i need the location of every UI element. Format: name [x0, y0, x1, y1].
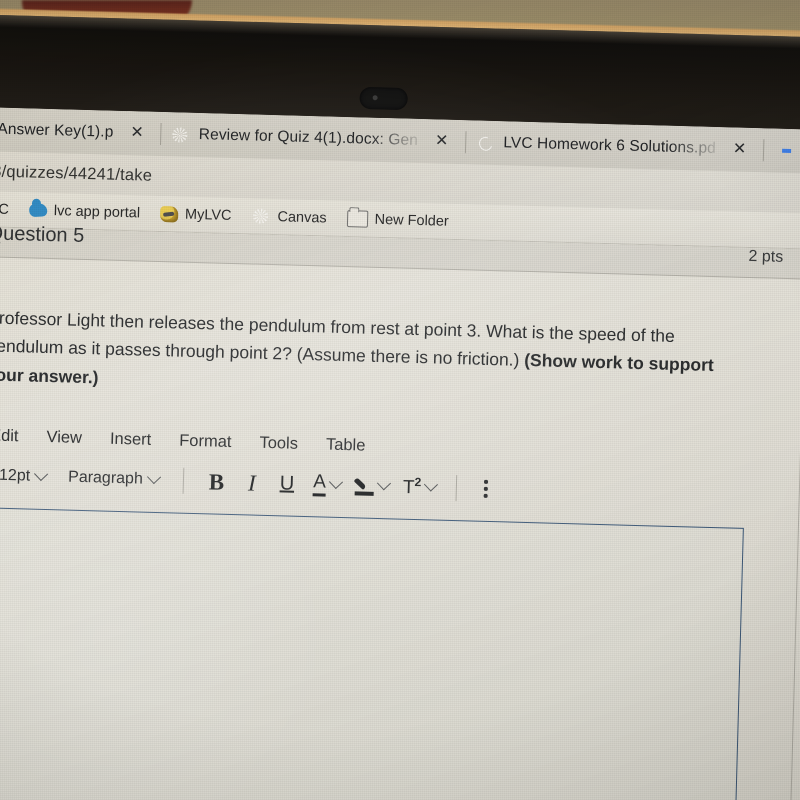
bookmark-label: Canvas [277, 208, 327, 226]
close-icon[interactable]: ✕ [427, 132, 457, 150]
bookmark-label: ssLVC [0, 200, 10, 218]
highlighter-pen-icon [355, 476, 375, 496]
toolbar-divider [455, 475, 458, 502]
folder-icon [346, 210, 368, 228]
mylvc-icon [159, 205, 179, 222]
chevron-down-icon [146, 470, 161, 485]
close-icon[interactable]: ✕ [725, 140, 755, 158]
superscript-icon: T2 [402, 475, 422, 499]
bookmark-lvc-app-portal[interactable]: lvc app portal [28, 202, 141, 221]
bookmark-label: MyLVC [184, 206, 232, 224]
chevron-down-icon[interactable] [376, 476, 392, 491]
menu-insert[interactable]: Insert [110, 430, 152, 450]
superscript-base: T [402, 477, 415, 499]
browser-tab-review-quiz[interactable]: Review for Quiz 4(1).docx: Gen ✕ [166, 112, 461, 164]
tab-title: Review for Quiz 4(1).docx: Gen [198, 126, 419, 149]
cloud-icon [28, 203, 48, 218]
menu-format[interactable]: Format [179, 432, 232, 452]
menu-tools[interactable]: Tools [259, 434, 298, 454]
italic-button[interactable]: I [237, 469, 267, 497]
laptop-screen: Answer Key(1).p ✕ Review for Quiz 4(1).d… [0, 106, 800, 800]
font-size-dropdown[interactable]: 12pt [0, 463, 56, 489]
webcam [359, 86, 408, 111]
block-format-dropdown[interactable]: Paragraph [58, 465, 169, 492]
chevron-down-icon[interactable] [424, 477, 439, 492]
menu-view[interactable]: View [46, 428, 82, 448]
bold-button[interactable]: B [197, 468, 235, 496]
close-icon[interactable]: ✕ [122, 124, 152, 142]
browser-tab-lvc-homework[interactable]: LVC Homework 6 Solutions.pd ✕ [471, 120, 759, 172]
question-body: Professor Light then releases the pendul… [0, 257, 800, 411]
answer-text-area[interactable] [0, 507, 744, 800]
tab-divider [160, 122, 163, 146]
quiz-page: Question 5 2 pts Professor Light then re… [0, 222, 800, 800]
menu-edit[interactable]: Edit [0, 427, 19, 447]
bookmark-new-folder[interactable]: New Folder [346, 210, 449, 230]
text-color-icon: A [313, 471, 326, 496]
superscript-exponent: 2 [414, 475, 422, 490]
webcam-lens [372, 95, 378, 101]
address-bar-url: 8/quizzes/44241/take [0, 161, 153, 185]
block-format-value: Paragraph [67, 468, 144, 488]
globe-icon [475, 133, 495, 153]
question-prompt: Professor Light then releases the pendul… [0, 303, 747, 409]
chevron-down-icon[interactable] [328, 474, 344, 490]
tab-divider [465, 131, 467, 154]
editor-menu-bar: Edit View Insert Format Tools Table [0, 424, 754, 466]
tab-title: LVC Homework 6 Solutions.pd [503, 134, 717, 157]
tab-divider [762, 139, 765, 162]
font-size-value: 12pt [0, 466, 31, 485]
canvas-icon [251, 206, 271, 226]
text-color-button[interactable]: A [307, 470, 347, 499]
canvas-icon [171, 125, 191, 145]
tab-title: Answer Key(1).p [0, 120, 114, 141]
bookmark-sslvc[interactable]: ssLVC [0, 200, 9, 217]
superscript-button[interactable]: T2 [397, 474, 443, 501]
chevron-down-icon [34, 467, 49, 482]
question-points: 2 pts [748, 247, 784, 266]
browser-tab-answer-key[interactable]: Answer Key(1).p ✕ [0, 107, 156, 155]
toolbar-divider [182, 467, 185, 494]
bookmark-canvas[interactable]: Canvas [251, 206, 327, 227]
rich-content-editor: Edit View Insert Format Tools Table 12pt [0, 424, 754, 800]
highlight-color-button[interactable] [349, 474, 396, 498]
bookmark-label: New Folder [374, 211, 449, 230]
question-title: Question 5 [0, 222, 85, 247]
quiz-content-column: Question 5 2 pts Professor Light then re… [0, 222, 800, 800]
editor-toolbar: 12pt Paragraph B I U A T2 [0, 461, 753, 510]
menu-table[interactable]: Table [326, 436, 366, 456]
google-icon [773, 141, 793, 161]
browser-tab-find-potential[interactable]: find potential e [769, 128, 800, 176]
underline-button[interactable]: U [268, 471, 305, 496]
bookmark-label: lvc app portal [53, 202, 141, 221]
bookmark-mylvc[interactable]: MyLVC [159, 205, 232, 224]
photo-of-laptop-screen: Answer Key(1).p ✕ Review for Quiz 4(1).d… [0, 0, 800, 800]
more-options-icon[interactable] [471, 476, 501, 502]
